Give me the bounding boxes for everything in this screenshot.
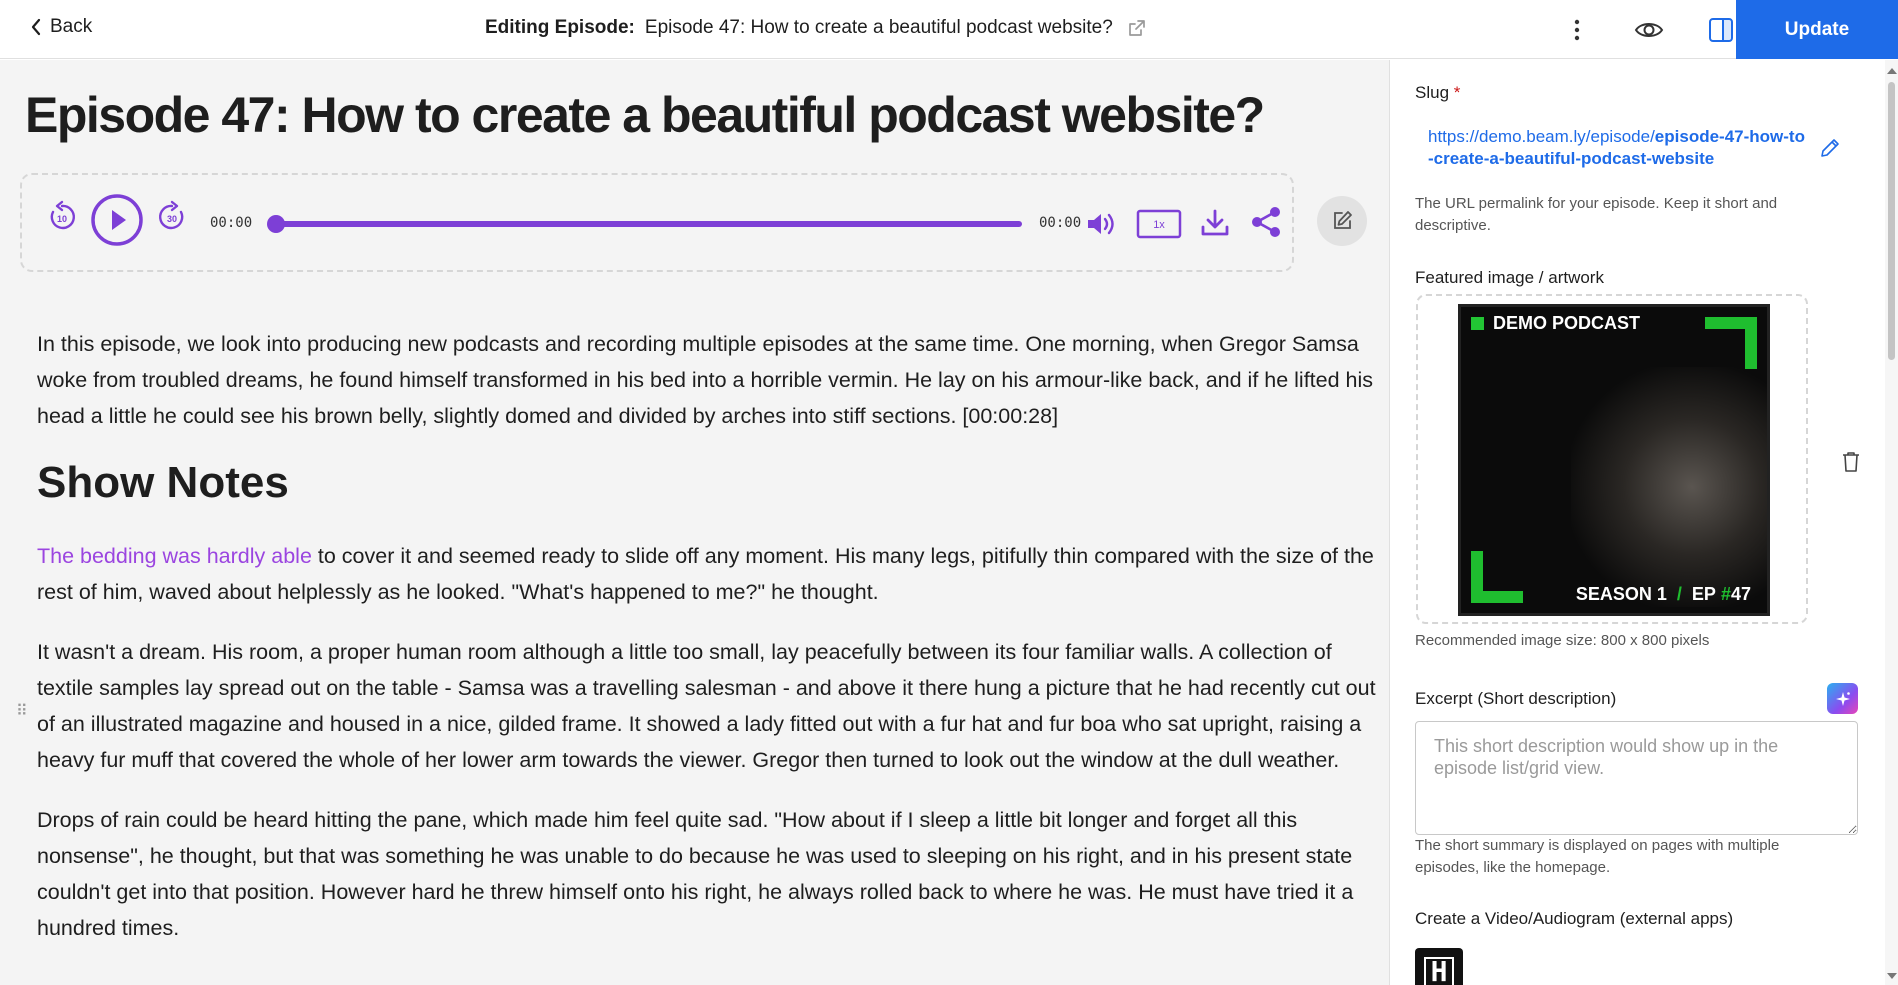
download-icon bbox=[1201, 209, 1229, 236]
scroll-down-icon[interactable] bbox=[1887, 973, 1897, 979]
volume-button[interactable] bbox=[1084, 207, 1118, 241]
back-label: Back bbox=[50, 16, 93, 37]
season-slash: / bbox=[1676, 584, 1682, 604]
paragraph[interactable]: In this episode, we look into producing … bbox=[37, 326, 1377, 434]
rewind-seconds: 10 bbox=[57, 214, 67, 224]
paragraph[interactable]: Drops of rain could be heard hitting the… bbox=[37, 802, 1377, 946]
ep-number: 47 bbox=[1730, 584, 1751, 604]
editing-label: Editing Episode: bbox=[485, 17, 635, 38]
slug-base: https://demo.beam.ly/episode/ bbox=[1428, 127, 1655, 146]
video-audiogram-label: Create a Video/Audiogram (external apps) bbox=[1415, 909, 1734, 928]
podcast-artwork: DEMO PODCAST SEASON 1 / EP #47 bbox=[1458, 304, 1770, 616]
drag-handle-icon[interactable]: ⠿ bbox=[16, 701, 28, 721]
editor-canvas: Episode 47: How to create a beautiful po… bbox=[0, 60, 1389, 985]
artwork-brand: DEMO PODCAST bbox=[1493, 313, 1641, 333]
speed-label: 1x bbox=[1153, 219, 1165, 231]
headliner-app-button[interactable]: H bbox=[1415, 948, 1463, 985]
microphone-image bbox=[1571, 367, 1767, 607]
pencil-icon bbox=[1821, 139, 1839, 157]
scroll-thumb[interactable] bbox=[1888, 82, 1895, 360]
ep-hash: # bbox=[1720, 584, 1731, 604]
sidebar-toggle-icon bbox=[1709, 17, 1733, 42]
excerpt-textarea[interactable] bbox=[1415, 721, 1858, 835]
slug-help: The URL permalink for your episode. Keep… bbox=[1415, 195, 1778, 234]
edit-player-button[interactable] bbox=[1317, 196, 1367, 246]
forward-30-icon: 30 bbox=[159, 200, 184, 230]
app-logo-icon: H bbox=[1424, 957, 1454, 985]
current-time: 00:00 bbox=[210, 215, 253, 231]
episode-content[interactable]: In this episode, we look into producing … bbox=[37, 326, 1377, 970]
playback-speed-button[interactable]: 1x bbox=[1136, 209, 1182, 239]
download-button[interactable] bbox=[1198, 206, 1232, 240]
featured-image-label: Featured image / artwork bbox=[1415, 268, 1604, 287]
play-button[interactable] bbox=[90, 193, 144, 247]
eye-icon bbox=[1634, 22, 1664, 37]
edit-icon bbox=[1334, 211, 1352, 229]
rewind-button[interactable]: 10 bbox=[44, 199, 80, 235]
edit-slug-button[interactable] bbox=[1820, 138, 1840, 163]
play-icon bbox=[91, 194, 143, 246]
seek-handle[interactable] bbox=[267, 215, 285, 233]
excerpt-label: Excerpt (Short description) bbox=[1415, 689, 1617, 708]
share-button[interactable] bbox=[1248, 204, 1284, 240]
corner-bracket-icon bbox=[1705, 317, 1757, 369]
ai-generate-button[interactable] bbox=[1827, 683, 1858, 714]
settings-sidebar: Slug * https://demo.beam.ly/episode/epis… bbox=[1389, 60, 1898, 985]
required-marker: * bbox=[1453, 83, 1461, 102]
brand-square-icon bbox=[1471, 317, 1484, 330]
share-icon bbox=[1252, 207, 1280, 237]
audio-player: 10 30 00:00 00:00 1x bbox=[20, 173, 1294, 272]
remove-image-button[interactable] bbox=[1842, 451, 1860, 478]
forward-seconds: 30 bbox=[167, 214, 177, 224]
paragraph[interactable]: The bedding was hardly able to cover it … bbox=[37, 538, 1377, 610]
episode-title[interactable]: Episode 47: How to create a beautiful po… bbox=[25, 86, 1265, 144]
duration-time: 00:00 bbox=[1039, 215, 1082, 231]
document-title: Editing Episode: Episode 47: How to crea… bbox=[485, 17, 1147, 39]
excerpt-help: The short summary is displayed on pages … bbox=[1415, 837, 1780, 876]
corner-bracket-icon bbox=[1471, 551, 1523, 603]
season-text: SEASON 1 bbox=[1575, 584, 1667, 604]
featured-image-dropzone[interactable]: DEMO PODCAST SEASON 1 / EP #47 bbox=[1416, 294, 1808, 624]
section-heading[interactable]: Show Notes bbox=[37, 458, 1377, 508]
top-bar: Back Editing Episode: Episode 47: How to… bbox=[0, 0, 1898, 59]
settings-sidebar-toggle[interactable] bbox=[1706, 15, 1736, 45]
slug-link[interactable]: https://demo.beam.ly/episode/episode-47-… bbox=[1428, 126, 1808, 170]
forward-button[interactable]: 30 bbox=[154, 199, 190, 235]
preview-button[interactable] bbox=[1634, 15, 1664, 45]
artwork-season: SEASON 1 / EP #47 bbox=[1576, 584, 1751, 605]
sidebar-scrollbar[interactable] bbox=[1885, 60, 1898, 985]
sparkle-icon bbox=[1835, 691, 1850, 706]
back-button[interactable]: Back bbox=[30, 16, 92, 38]
chevron-left-icon bbox=[31, 18, 41, 36]
speed-icon: 1x bbox=[1136, 209, 1182, 239]
more-vertical-icon bbox=[1574, 19, 1580, 40]
external-link-icon[interactable] bbox=[1127, 18, 1147, 38]
more-options-button[interactable] bbox=[1562, 15, 1592, 45]
episode-title-header: Episode 47: How to create a beautiful po… bbox=[644, 17, 1113, 38]
slug-label: Slug * bbox=[1415, 83, 1460, 103]
image-size-help: Recommended image size: 800 x 800 pixels bbox=[1415, 632, 1710, 649]
top-actions bbox=[1562, 0, 1736, 59]
update-button[interactable]: Update bbox=[1736, 0, 1898, 59]
content-link[interactable]: The bedding was hardly able bbox=[37, 544, 312, 568]
ep-prefix: EP bbox=[1691, 584, 1716, 604]
slug-label-text: Slug bbox=[1415, 83, 1450, 102]
scroll-up-icon[interactable] bbox=[1887, 68, 1897, 74]
progress-track[interactable] bbox=[270, 221, 1022, 227]
volume-icon bbox=[1088, 213, 1114, 235]
paragraph[interactable]: It wasn't a dream. His room, a proper hu… bbox=[37, 634, 1377, 778]
rewind-10-icon: 10 bbox=[50, 200, 75, 230]
trash-icon bbox=[1843, 452, 1859, 472]
